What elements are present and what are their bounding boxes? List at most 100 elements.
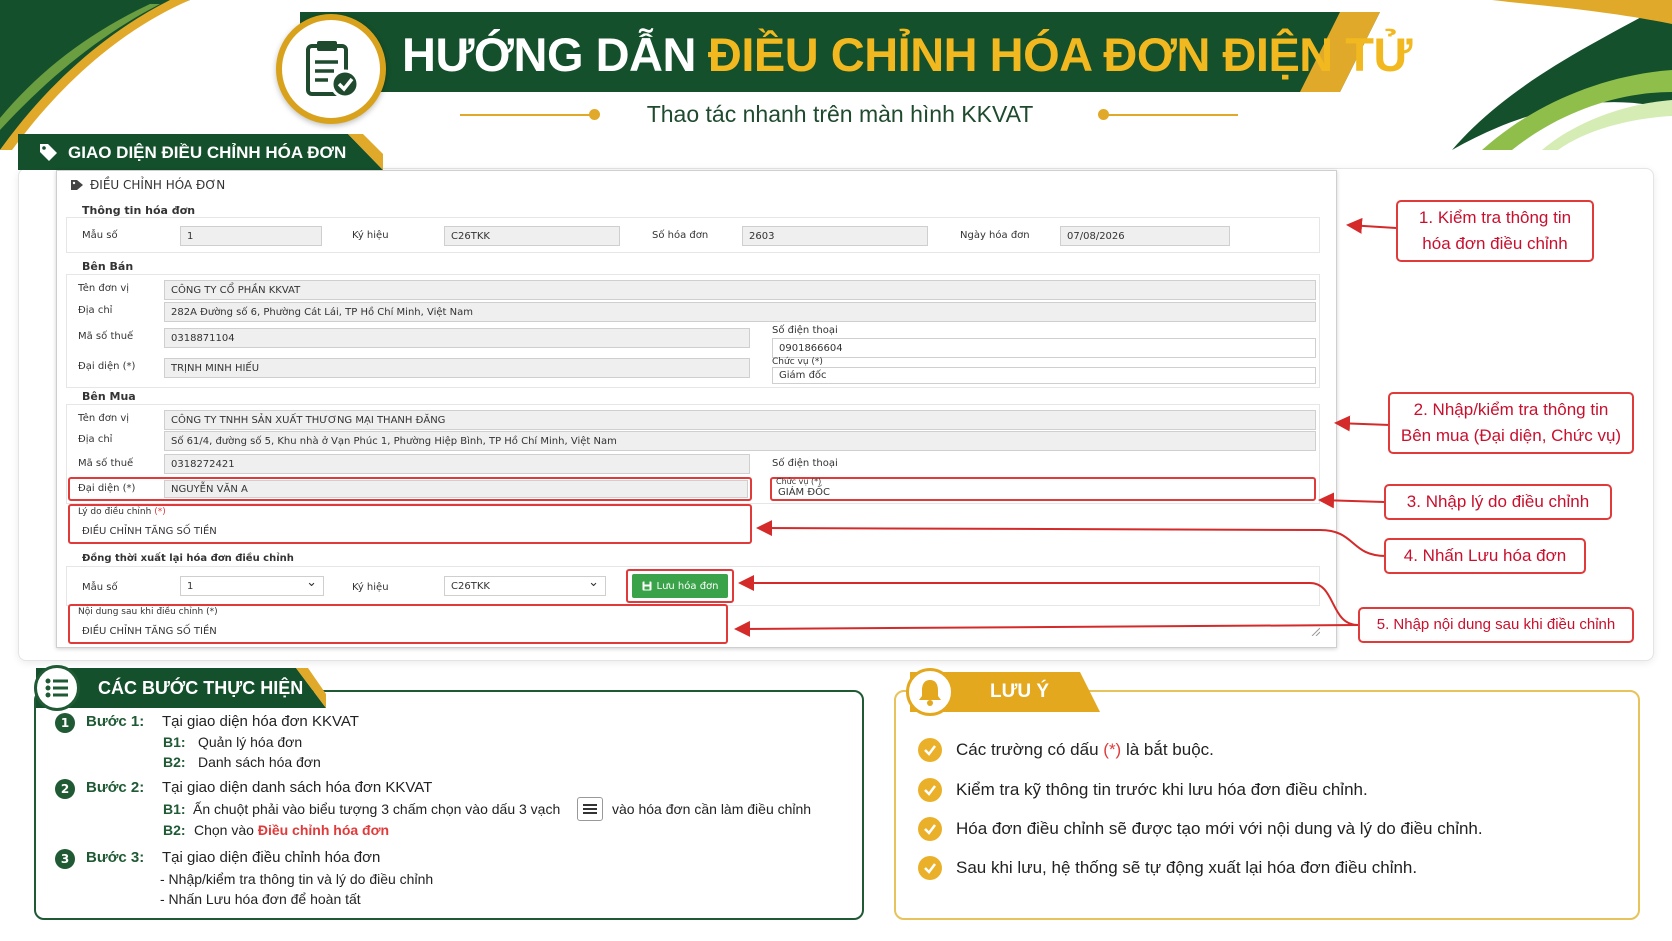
notes-title: LƯU Ý (990, 681, 1050, 702)
save-invoice-label: Lưu hóa đơn (656, 580, 719, 592)
callout-1-line1: 1. Kiểm tra thông tin (1418, 207, 1572, 227)
step-3-text: Tại giao diện điều chỉnh hóa đơn (162, 849, 381, 866)
buyer-title: Bên Mua (82, 390, 136, 403)
check-icon (918, 856, 942, 880)
seller-rep-field[interactable]: TRỊNH MINH HIẾU (164, 358, 750, 378)
step-3-line-2: - Nhấn Lưu hóa đơn để hoàn tất (160, 891, 361, 907)
step-2-b1-text-b: vào hóa đơn cần làm điều chỉnh (612, 801, 812, 817)
invoice-date-label: Ngày hóa đơn (960, 230, 1030, 241)
note-text-4: Sau khi lưu, hệ thống sẽ tự động xuất lạ… (956, 858, 1418, 877)
seller-position-label: Chức vụ (*) (772, 357, 823, 367)
seller-position-field[interactable]: Giám đốc (772, 367, 1316, 384)
check-icon (918, 738, 942, 762)
seller-phone-label: Số điện thoại (772, 325, 838, 336)
step-2-b1-text-a: Ấn chuột phải vào biểu tượng 3 chấm chọn… (193, 801, 561, 817)
step-3-number: 3 (55, 849, 75, 869)
note-item-4: Sau khi lưu, hệ thống sẽ tự động xuất lạ… (918, 856, 1417, 880)
seller-tax-field[interactable]: 0318871104 (164, 328, 750, 348)
decor-right-swoosh (1452, 0, 1672, 150)
bell-icon (919, 680, 941, 706)
list-icon (45, 678, 68, 698)
reason-field[interactable]: ĐIỀU CHỈNH TĂNG SỐ TIỀN (82, 526, 217, 537)
reissue-title: Đồng thời xuất lại hóa đơn điều chỉnh (82, 553, 294, 564)
content-label: Nội dung sau khi điều chỉnh (*) (78, 607, 218, 617)
callout-3: 3. Nhập lý do điều chỉnh (1384, 484, 1612, 520)
check-icon (918, 778, 942, 802)
highlight-reason (68, 504, 752, 544)
callout-1-line2: hóa đơn điều chỉnh (1422, 234, 1568, 253)
invoice-mau-so-field[interactable]: 1 (180, 226, 322, 246)
note-text-2: Kiểm tra kỹ thông tin trước khi lưu hóa … (956, 780, 1368, 799)
tag-icon (71, 180, 83, 190)
buyer-phone-label: Số điện thoại (772, 458, 838, 469)
invoice-date-field[interactable]: 07/08/2026 (1060, 226, 1230, 246)
note-text-3: Hóa đơn điều chỉnh sẽ được tạo mới với n… (956, 819, 1483, 838)
step-1-text: Tại giao diện hóa đơn KKVAT (162, 713, 359, 730)
seller-phone-field[interactable]: 0901866604 (772, 338, 1316, 358)
callout-2-line1: 2. Nhập/kiểm tra thông tin (1413, 399, 1609, 419)
reissue-ky-hieu-select[interactable]: C26TKK (444, 576, 606, 596)
subtitle-line-right (1108, 114, 1238, 116)
note-item-3: Hóa đơn điều chỉnh sẽ được tạo mới với n… (918, 817, 1483, 841)
decor-left-swoosh (0, 0, 190, 150)
invoice-info-title: Thông tin hóa đơn (82, 204, 196, 217)
invoice-ky-hieu-field[interactable]: C26TKK (444, 226, 620, 246)
step-1-b1-label: B1: (163, 734, 186, 750)
check-icon (918, 817, 942, 841)
notes-panel (894, 690, 1640, 920)
invoice-number-field[interactable]: 2603 (742, 226, 928, 246)
buyer-name-field[interactable]: CÔNG TY TNHH SẢN XUẤT THƯƠNG MẠI THANH Đ… (164, 410, 1316, 430)
buyer-address-field[interactable]: Số 61/4, đường số 5, Khu nhà ở Vạn Phúc … (164, 431, 1316, 451)
note-item-2: Kiểm tra kỹ thông tin trước khi lưu hóa … (918, 778, 1368, 802)
step-3-label: Bước 3: (86, 849, 145, 866)
subtitle-line-left (460, 114, 590, 116)
reason-label: Lý do điều chỉnh (*) (78, 507, 166, 517)
step-2-b2-label: B2: (163, 822, 186, 838)
save-invoice-button[interactable]: Lưu hóa đơn (632, 574, 728, 598)
note-item-1: Các trường có dấu (*) là bắt buộc. (918, 738, 1214, 762)
step-2-label: Bước 2: (86, 779, 145, 796)
callout-5-line1: 5. Nhập nội dung sau khi điều chỉnh (1376, 616, 1616, 634)
seller-name-field[interactable]: CÔNG TY CỔ PHẦN KKVAT (164, 280, 1316, 300)
clipboard-check-icon (306, 41, 360, 99)
buyer-rep-field[interactable]: NGUYỄN VĂN A (164, 480, 748, 498)
buyer-position-label: Chức vụ (*) (776, 477, 822, 486)
buyer-name-label: Tên đơn vị (78, 413, 130, 424)
seller-address-field[interactable]: 282A Đường số 6, Phường Cát Lái, TP Hồ C… (164, 302, 1316, 322)
subtitle: Thao tác nhanh trên màn hình KKVAT (646, 101, 1034, 127)
step-2-text: Tại giao diện danh sách hóa đơn KKVAT (162, 779, 433, 796)
title-yellow: ĐIỀU CHỈNH HÓA ĐƠN ĐIỆN TỬ (707, 27, 1413, 81)
step-2-b2-text: Chọn vào Điều chỉnh hóa đơn (194, 822, 390, 838)
reason-required-mark: (*) (154, 507, 166, 517)
section-tab-label: GIAO DIỆN ĐIỀU CHỈNH HÓA ĐƠN (68, 143, 347, 162)
page-title: HƯỚNG DẪN ĐIỀU CHỈNH HÓA ĐƠN ĐIỆN TỬ (402, 22, 1413, 86)
tags-icon (40, 144, 57, 161)
resize-handle-icon[interactable] (1310, 626, 1320, 636)
buyer-tax-field[interactable]: 0318272421 (164, 454, 750, 474)
step-1-label: Bước 1: (86, 713, 145, 730)
steps-badge (34, 665, 80, 711)
highlight-buyer-position (770, 477, 1316, 501)
invoice-ky-hieu-label: Ký hiệu (352, 230, 389, 241)
callout-4: 4. Nhấn Lưu hóa đơn (1384, 538, 1586, 574)
menu-icon (577, 797, 603, 821)
invoice-number-label: Số hóa đơn (652, 230, 709, 241)
step-1-b1-text: Quản lý hóa đơn (198, 734, 303, 750)
callout-4-line1: 4. Nhấn Lưu hóa đơn (1403, 545, 1567, 565)
buyer-position-field[interactable]: GIÁM ĐỐC (778, 487, 830, 498)
step-2-b1-label: B1: (163, 801, 186, 817)
steps-title: CÁC BƯỚC THỰC HIỆN (98, 678, 304, 698)
title-badge (276, 14, 386, 124)
content-field[interactable]: ĐIỀU CHỈNH TĂNG SỐ TIỀN (82, 626, 217, 637)
step-1-number: 1 (55, 713, 75, 733)
seller-rep-label: Đại diện (*) (78, 361, 136, 372)
step-3-line-1: - Nhập/kiểm tra thông tin và lý do điều … (160, 871, 434, 887)
note-required-mark: (*) (1103, 740, 1122, 759)
reissue-mau-so-select[interactable]: 1 (180, 576, 324, 596)
step-2-b2-highlight: Điều chỉnh hóa đơn (257, 822, 390, 838)
buyer-tax-label: Mã số thuế (78, 458, 134, 469)
callout-1: 1. Kiểm tra thông tin hóa đơn điều chỉnh (1396, 200, 1594, 262)
note-text-1: Các trường có dấu (*) là bắt buộc. (956, 740, 1214, 759)
step-1-b2-label: B2: (163, 754, 186, 770)
callout-2: 2. Nhập/kiểm tra thông tin Bên mua (Đại d… (1388, 392, 1634, 454)
